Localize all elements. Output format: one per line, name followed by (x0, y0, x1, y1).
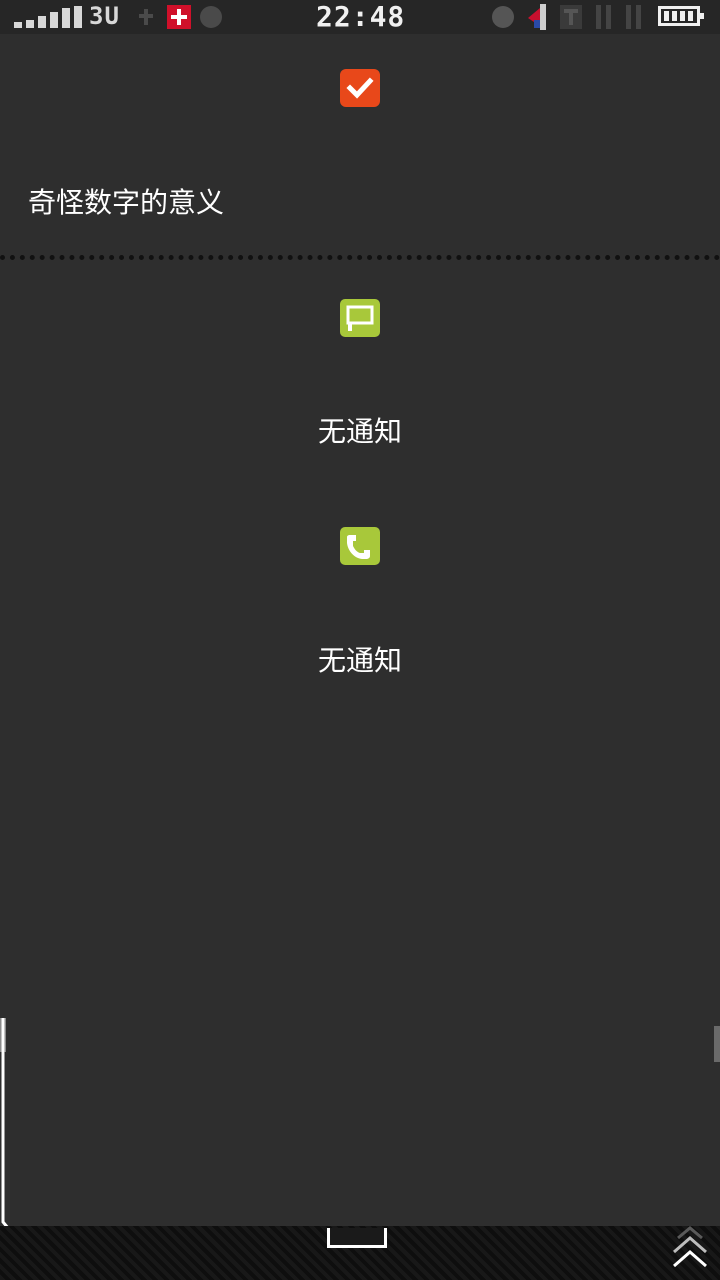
settings-icon (492, 6, 514, 28)
messages-empty-label: 无通知 (317, 415, 402, 448)
bars-icon (596, 5, 612, 29)
notification-screen: 3U 22:48 奇怪数字的意义 无通知 无通知 (0, 0, 720, 1280)
flag-icon (526, 4, 548, 30)
status-clock: 22:48 (316, 0, 406, 33)
usb-icon (136, 7, 156, 27)
network-type-label: 3U (89, 2, 120, 30)
signal-strength-icon (14, 6, 82, 28)
sync-icon (200, 6, 222, 28)
message-bubble-icon[interactable] (340, 299, 380, 337)
panel-handle[interactable] (327, 1228, 387, 1248)
battery-full-icon (658, 6, 704, 26)
sim-icon (560, 5, 582, 29)
calls-empty-label: 无通知 (317, 644, 402, 677)
task-title[interactable]: 奇怪数字的意义 (28, 184, 224, 222)
phone-icon[interactable] (340, 527, 380, 565)
checkbox-check-icon[interactable] (340, 69, 380, 107)
status-bar: 3U 22:48 (0, 0, 720, 34)
red-cross-icon (167, 5, 191, 29)
bars-icon (626, 5, 642, 29)
divider (0, 255, 720, 260)
chevron-up-icon[interactable] (668, 1222, 712, 1274)
